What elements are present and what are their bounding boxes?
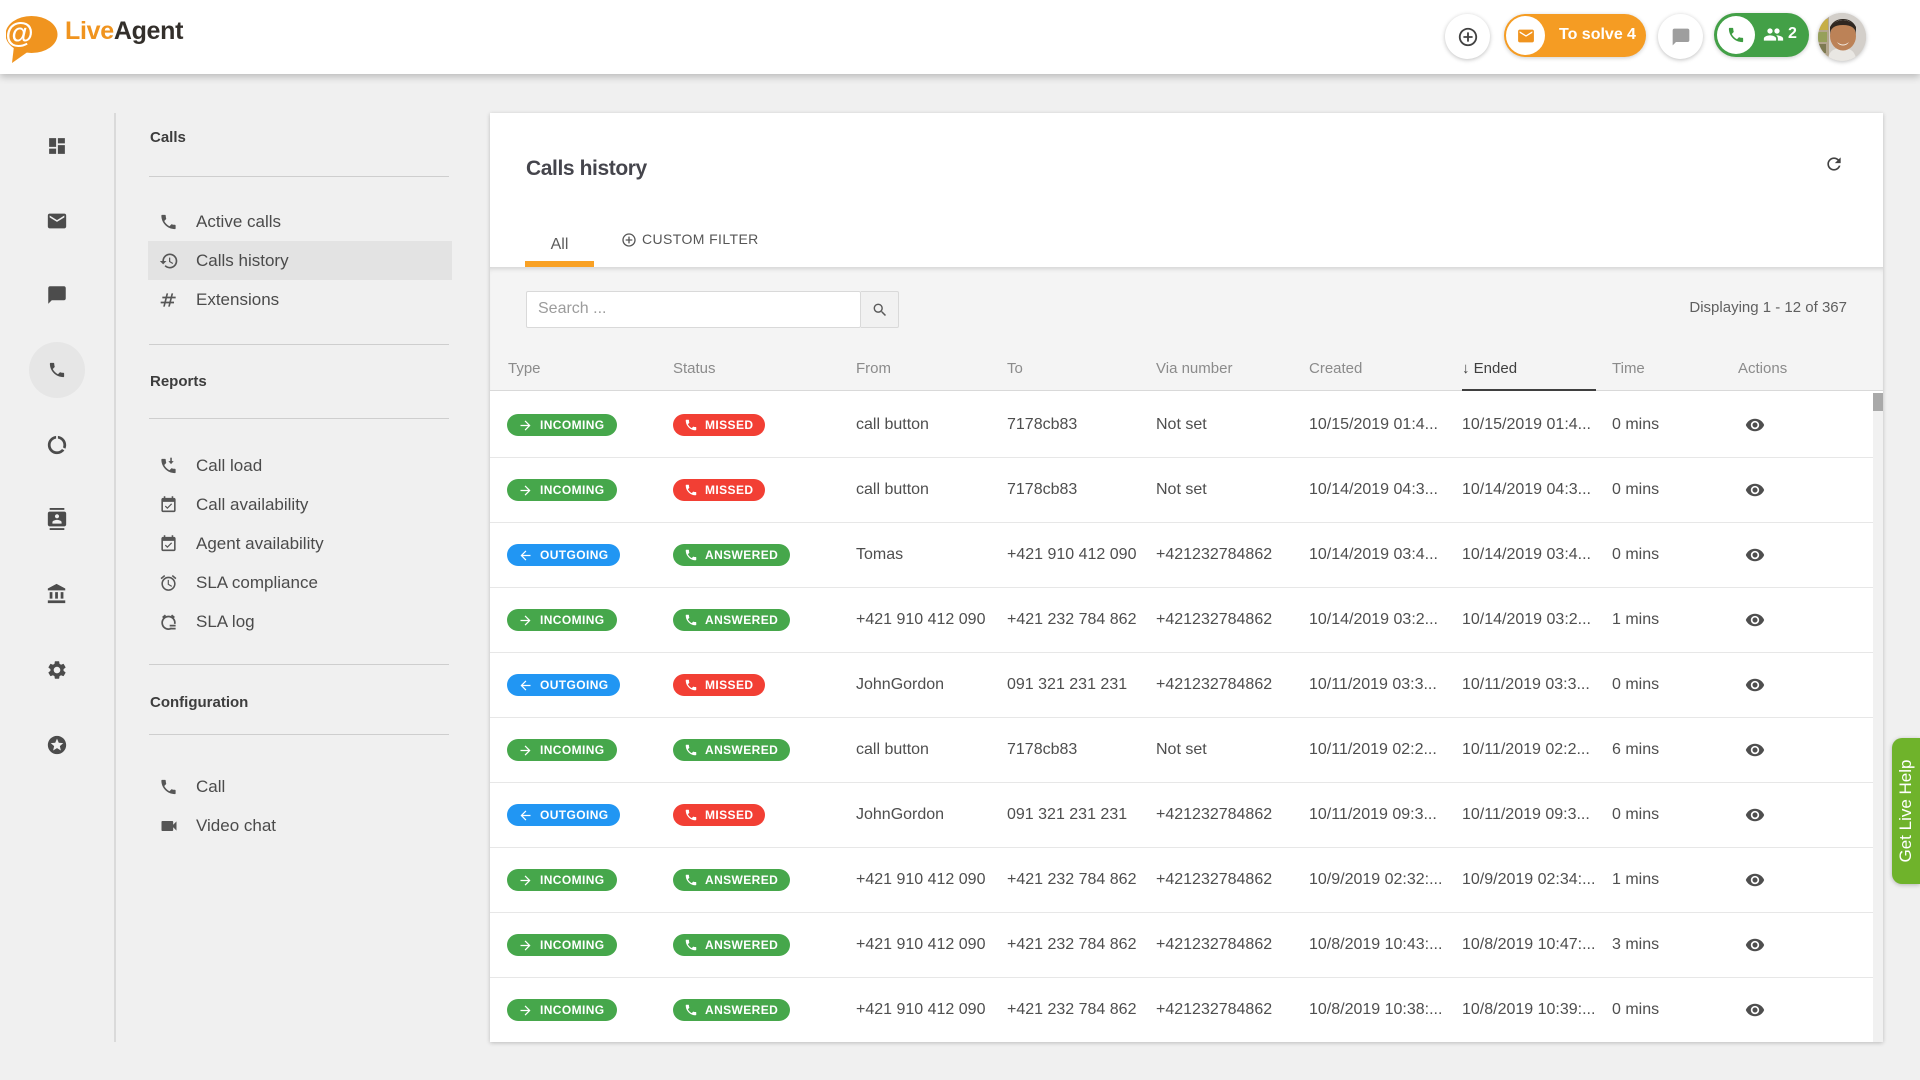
- svg-text:@: @: [6, 18, 34, 50]
